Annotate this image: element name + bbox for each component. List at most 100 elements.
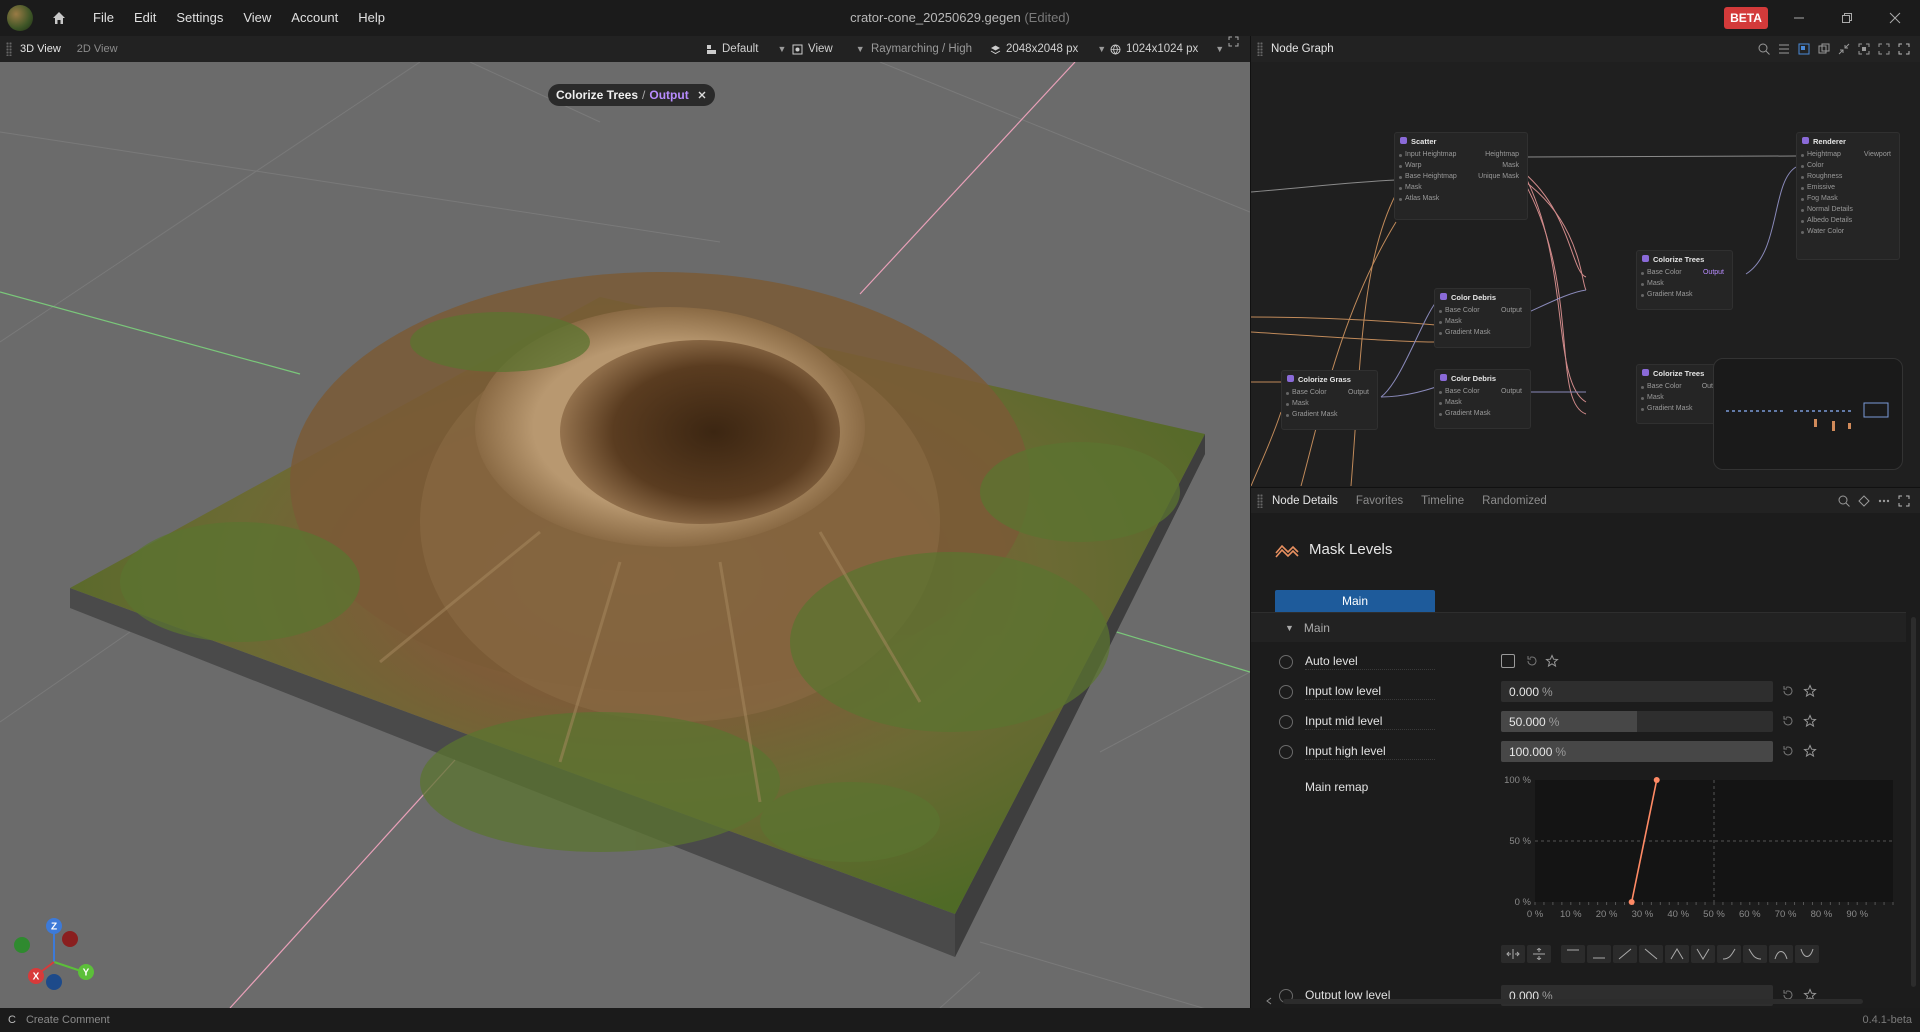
node-port[interactable]: Mask xyxy=(1435,397,1530,408)
minimize-button[interactable] xyxy=(1776,0,1822,36)
viewport-output-chip[interactable]: Colorize Trees / Output xyxy=(548,84,715,106)
node-port[interactable]: Base Color Output xyxy=(1435,305,1530,316)
viewport-3d[interactable]: Colorize Trees / Output Z Y X xyxy=(0,62,1250,1008)
node-port[interactable]: Color xyxy=(1797,160,1899,171)
reset-icon[interactable] xyxy=(1781,714,1795,728)
node-port[interactable]: Base Color Output xyxy=(1435,386,1530,397)
reset-icon[interactable] xyxy=(1781,744,1795,758)
curve-preset-low-icon[interactable] xyxy=(1587,945,1611,963)
chevron-left-icon[interactable] xyxy=(1265,997,1273,1005)
maximize-button[interactable] xyxy=(1824,0,1870,36)
fullscreen-icon[interactable] xyxy=(1897,494,1911,508)
menu-settings[interactable]: Settings xyxy=(166,0,233,36)
node-colorize-trees[interactable]: Colorize Trees Base Color Out Mask Gradie… xyxy=(1636,364,1716,424)
fullscreen-icon[interactable] xyxy=(1897,42,1911,56)
close-window-button[interactable] xyxy=(1872,0,1918,36)
tab-3d-view[interactable]: 3D View xyxy=(12,36,69,62)
node-port[interactable]: Albedo Details xyxy=(1797,215,1899,226)
expose-radio[interactable] xyxy=(1279,715,1293,729)
expose-radio[interactable] xyxy=(1279,655,1293,669)
curve-preset-valley-icon[interactable] xyxy=(1691,945,1715,963)
remap-chart[interactable]: 0 % 10 % 20 % 30 % 40 % 50 % 60 % 70 % 80 % 90 % 0… xyxy=(1491,774,1901,949)
curve-preset-ease-in-icon[interactable] xyxy=(1717,945,1741,963)
reset-icon[interactable] xyxy=(1525,654,1539,668)
node-port[interactable]: Mask xyxy=(1282,398,1377,409)
node-port[interactable]: Atlas Mask xyxy=(1395,193,1527,204)
node-port[interactable]: Gradient Mask xyxy=(1435,327,1530,338)
curve-preset-hill-icon[interactable] xyxy=(1769,945,1793,963)
center-icon[interactable] xyxy=(1877,42,1891,56)
curve-tool-flip-v-icon[interactable] xyxy=(1527,945,1551,963)
diamond-icon[interactable] xyxy=(1857,494,1871,508)
node-colorize-trees[interactable]: Colorize Trees Base Color Output Mask Gra… xyxy=(1636,250,1733,310)
collapse-icon[interactable] xyxy=(1837,42,1851,56)
tab-timeline[interactable]: Timeline xyxy=(1412,488,1473,514)
tab-2d-view[interactable]: 2D View xyxy=(69,36,126,62)
panel-grip[interactable] xyxy=(1257,42,1263,56)
more-icon[interactable] xyxy=(1877,494,1891,508)
menu-file[interactable]: File xyxy=(83,0,124,36)
app-logo[interactable] xyxy=(7,5,33,31)
resolution-dropdown[interactable]: 2048x2048 px ▼ xyxy=(990,36,1106,62)
view-dropdown[interactable]: View ▼ xyxy=(792,36,865,62)
remap-curve-editor[interactable]: 0 % 10 % 20 % 30 % 40 % 50 % 60 % 70 % 80 % 90 % 0… xyxy=(1491,774,1901,949)
fit-icon[interactable] xyxy=(1857,42,1871,56)
curve-preset-peak-icon[interactable] xyxy=(1665,945,1689,963)
node-port[interactable]: Mask xyxy=(1435,316,1530,327)
curve-preset-ease-out-icon[interactable] xyxy=(1743,945,1767,963)
node-port[interactable]: Warp Mask xyxy=(1395,160,1527,171)
node-scatter[interactable]: Scatter Input Heightmap Heightmap Warp Mas… xyxy=(1394,132,1528,220)
tab-favorites[interactable]: Favorites xyxy=(1347,488,1412,514)
frame-icon[interactable] xyxy=(1817,42,1831,56)
node-graph-canvas[interactable]: Scatter Input Heightmap Heightmap Warp Mas… xyxy=(1250,62,1920,486)
tab-main[interactable]: Main xyxy=(1275,590,1435,612)
curve-preset-high-icon[interactable] xyxy=(1561,945,1585,963)
node-port[interactable]: Base Heightmap Unique Mask xyxy=(1395,171,1527,182)
menu-edit[interactable]: Edit xyxy=(124,0,166,36)
node-port[interactable]: Mask xyxy=(1395,182,1527,193)
curve-preset-ramp-up-icon[interactable] xyxy=(1613,945,1637,963)
node-colorize-grass[interactable]: Colorize Grass Base Color Output Mask Gra… xyxy=(1281,370,1378,430)
node-port[interactable]: Gradient Mask xyxy=(1637,403,1715,414)
input-mid-level-slider[interactable]: 50.000 % xyxy=(1501,711,1773,732)
menu-view[interactable]: View xyxy=(233,0,281,36)
node-port[interactable]: Gradient Mask xyxy=(1435,408,1530,419)
expose-radio[interactable] xyxy=(1279,685,1293,699)
expose-radio[interactable] xyxy=(1279,745,1293,759)
node-port[interactable]: Base Color Output xyxy=(1282,387,1377,398)
reset-icon[interactable] xyxy=(1781,684,1795,698)
vertical-scrollbar[interactable] xyxy=(1911,617,1916,987)
axis-gizmo[interactable]: Z Y X xyxy=(10,912,100,992)
scrollbar-track[interactable] xyxy=(1283,998,1863,1004)
search-icon[interactable] xyxy=(1757,42,1771,56)
render-mode[interactable]: Raymarching / High xyxy=(871,36,972,62)
node-port[interactable]: Emissive xyxy=(1797,182,1899,193)
curve-tool-flip-h-icon[interactable] xyxy=(1501,945,1525,963)
preview-resolution-dropdown[interactable]: 1024x1024 px ▼ xyxy=(1110,36,1224,62)
node-color-debris[interactable]: Color Debris Base Color Output Mask Gradi… xyxy=(1434,369,1531,429)
node-port[interactable]: Roughness xyxy=(1797,171,1899,182)
list-icon[interactable] xyxy=(1777,42,1791,56)
node-color-debris[interactable]: Color Debris Base Color Output Mask Gradi… xyxy=(1434,288,1531,348)
node-port[interactable]: Normal Details xyxy=(1797,204,1899,215)
input-high-level-slider[interactable]: 100.000 % xyxy=(1501,741,1773,762)
layout-icon[interactable] xyxy=(1797,42,1811,56)
section-main[interactable]: ▼ Main xyxy=(1251,612,1906,642)
star-icon[interactable] xyxy=(1803,684,1817,698)
node-port[interactable]: Heightmap Viewport xyxy=(1797,149,1899,160)
input-low-level-slider[interactable]: 0.000 % xyxy=(1501,681,1773,702)
node-port[interactable]: Input Heightmap Heightmap xyxy=(1395,149,1527,160)
auto-level-checkbox[interactable] xyxy=(1501,654,1515,668)
curve-preset-bowl-icon[interactable] xyxy=(1795,945,1819,963)
node-port[interactable]: Gradient Mask xyxy=(1637,289,1732,300)
horizontal-scrollbar[interactable] xyxy=(1265,994,1905,1008)
star-icon[interactable] xyxy=(1803,714,1817,728)
star-icon[interactable] xyxy=(1545,654,1559,668)
star-icon[interactable] xyxy=(1803,744,1817,758)
menu-help[interactable]: Help xyxy=(348,0,395,36)
remap-curve-point[interactable] xyxy=(1628,899,1635,905)
node-port[interactable]: Base Color Output xyxy=(1637,267,1732,278)
curve-preset-ramp-down-icon[interactable] xyxy=(1639,945,1663,963)
tab-randomized[interactable]: Randomized xyxy=(1473,488,1556,514)
graph-minimap[interactable] xyxy=(1713,358,1903,470)
